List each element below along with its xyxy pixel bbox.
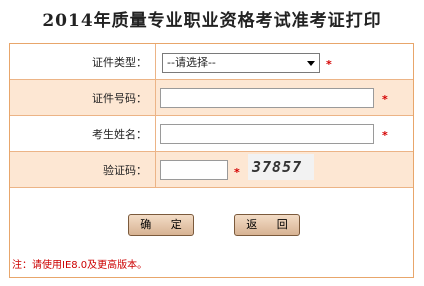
confirm-button[interactable]: 确 定 — [128, 214, 194, 236]
id-number-label: 证件号码： — [10, 80, 156, 115]
row-id-type: 证件类型： --请选择-- * — [10, 44, 413, 80]
required-marker: * — [326, 58, 332, 71]
required-marker: * — [382, 93, 388, 106]
id-type-label: 证件类型： — [10, 44, 156, 79]
captcha-label: 验证码： — [10, 152, 156, 187]
row-name: 考生姓名： * — [10, 116, 413, 152]
required-marker: * — [234, 166, 240, 179]
required-marker: * — [382, 129, 388, 142]
captcha-image-text: 37857 — [252, 158, 303, 176]
id-type-selected-value: --请选择-- — [167, 56, 216, 69]
name-input[interactable] — [160, 124, 374, 144]
id-number-input[interactable] — [160, 88, 374, 108]
back-button[interactable]: 返 回 — [234, 214, 300, 236]
name-label: 考生姓名： — [10, 116, 156, 151]
row-id-number: 证件号码： * — [10, 80, 413, 116]
captcha-image[interactable]: 37857 — [248, 154, 314, 180]
print-form-panel: 证件类型： --请选择-- * 证件号码： * 考生姓名： * 验证码： * 3… — [9, 43, 414, 278]
id-type-select[interactable]: --请选择-- — [162, 53, 320, 73]
browser-note: 注：请使用IE8.0及更高版本。 — [12, 260, 148, 271]
captcha-input[interactable] — [160, 160, 228, 180]
chevron-down-icon[interactable] — [307, 61, 315, 66]
page-title: 2014年质量专业职业资格考试准考证打印 — [42, 11, 382, 31]
row-captcha: 验证码： * 37857 — [10, 152, 413, 188]
